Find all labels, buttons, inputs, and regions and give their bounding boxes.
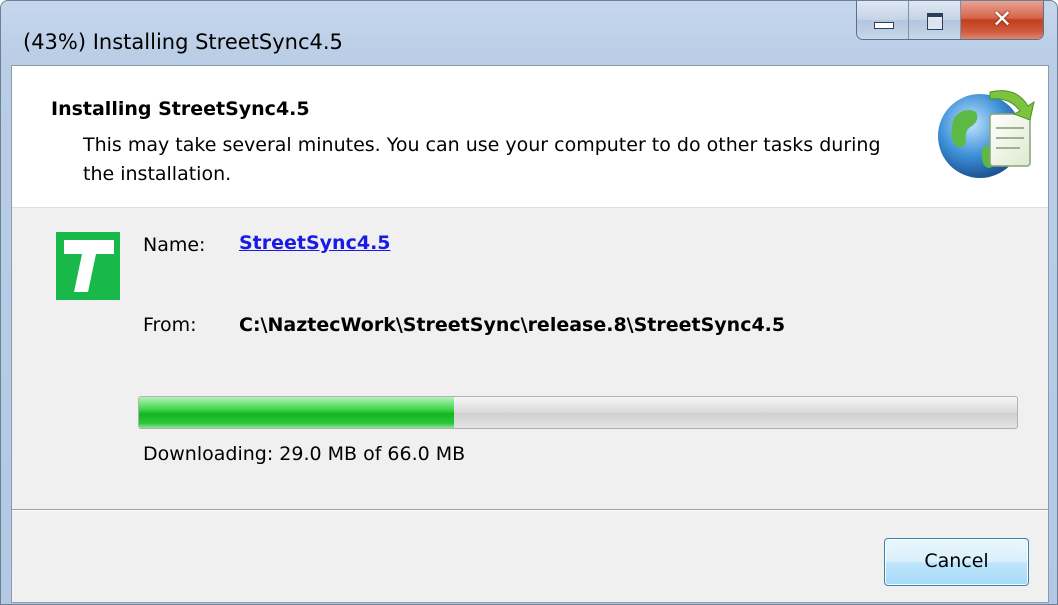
close-icon: ✕ xyxy=(991,5,1013,33)
dialog-body: Installing StreetSync4.5 This may take s… xyxy=(11,65,1049,603)
maximize-button[interactable] xyxy=(909,1,961,39)
minimize-icon xyxy=(874,22,894,29)
title-bar[interactable]: (43%) Installing StreetSync4.5 ✕ xyxy=(1,1,1057,65)
globe-install-icon xyxy=(938,90,1035,178)
footer-divider xyxy=(12,509,1048,511)
source-path: C:\NaztecWork\StreetSync\release.8\Stree… xyxy=(239,314,786,336)
minimize-button[interactable] xyxy=(857,1,909,39)
download-progress-bar xyxy=(138,396,1018,429)
maximize-icon xyxy=(927,13,943,30)
header-description: This may take several minutes. You can u… xyxy=(83,134,881,185)
green-t-app-icon xyxy=(56,232,120,300)
close-button[interactable]: ✕ xyxy=(961,1,1043,39)
download-status: Downloading: 29.0 MB of 66.0 MB xyxy=(143,443,466,465)
name-label: Name: xyxy=(143,234,206,256)
progress-fill xyxy=(139,397,455,428)
cancel-button[interactable]: Cancel xyxy=(884,538,1029,586)
caption-buttons: ✕ xyxy=(856,1,1044,40)
app-name-link[interactable]: StreetSync4.5 xyxy=(239,232,391,254)
header-title: Installing StreetSync4.5 xyxy=(51,98,310,120)
header-band: Installing StreetSync4.5 This may take s… xyxy=(12,66,1048,208)
from-label: From: xyxy=(143,314,197,336)
installer-window: (43%) Installing StreetSync4.5 ✕ Install… xyxy=(0,0,1058,605)
window-title: (43%) Installing StreetSync4.5 xyxy=(23,30,343,54)
